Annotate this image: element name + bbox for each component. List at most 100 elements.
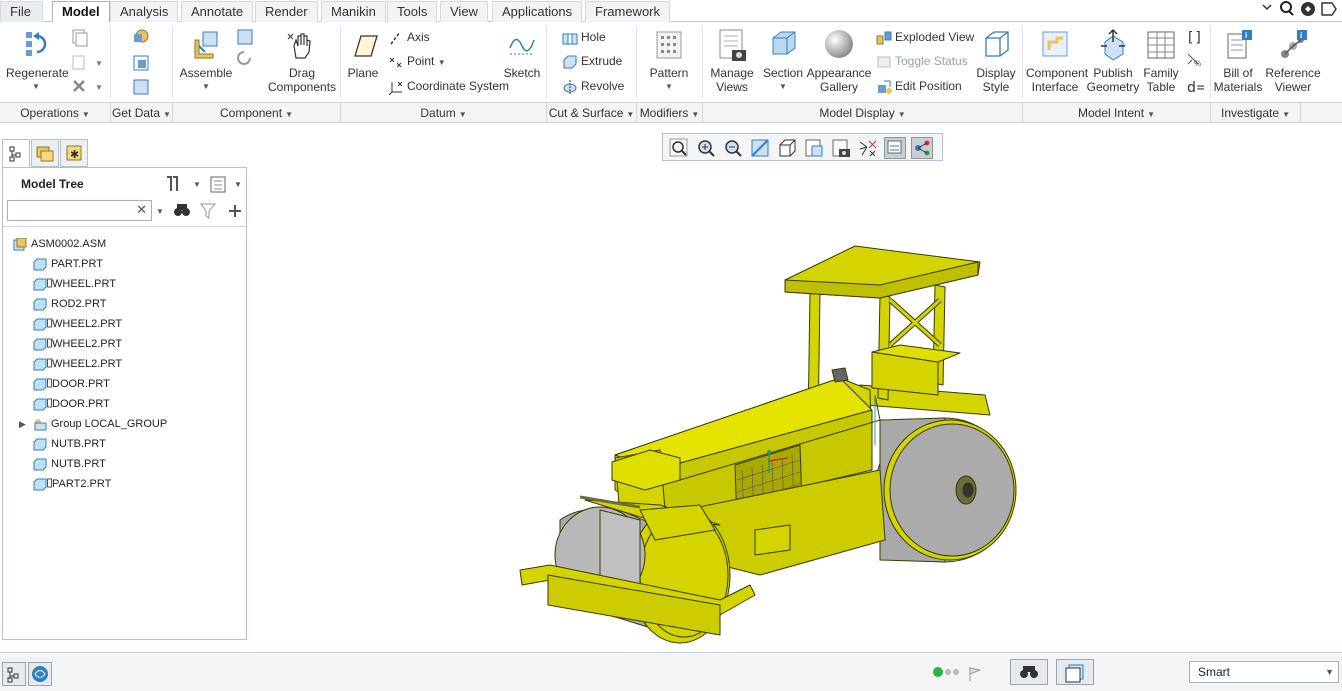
bill-of-materials-label: Bill of Materials [1213, 66, 1263, 94]
display-style-view-button[interactable] [776, 137, 798, 159]
group-model-display[interactable]: Model Display ▼ [703, 103, 1023, 123]
pattern-button[interactable]: Pattern ▼ [646, 28, 692, 94]
braces-icon[interactable]: [] [1186, 30, 1203, 46]
tab-manikin[interactable]: Manikin [321, 1, 386, 22]
flag-icon[interactable] [969, 667, 982, 681]
sketch-button[interactable]: Sketch [502, 28, 542, 80]
datum-display-filters-button[interactable] [884, 137, 906, 159]
manage-views-button[interactable]: Manage Views [708, 28, 756, 94]
component-interface-button[interactable]: Component Interface [1026, 28, 1088, 94]
saved-orientations-button[interactable] [803, 137, 825, 159]
road-roller-model[interactable] [510, 235, 1030, 650]
regenerate-button[interactable]: Regenerate ▼ [6, 28, 69, 94]
tree-part-item[interactable]: DOOR.PRT [3, 374, 243, 394]
hole-button[interactable]: Hole [562, 29, 606, 46]
settings-icon[interactable] [1321, 2, 1337, 16]
edit-position-button[interactable]: Edit Position [876, 78, 962, 95]
tab-annotate[interactable]: Annotate [181, 1, 254, 22]
tree-part-item[interactable]: NUTB.PRT [3, 434, 243, 454]
group-operations[interactable]: Operations ▼ [0, 103, 111, 123]
tree-part-item[interactable]: NUTB.PRT [3, 454, 243, 474]
drag-components-button[interactable]: Drag Components [268, 28, 336, 94]
model-tree-search-input[interactable] [8, 201, 130, 220]
model-tree-search[interactable]: ✕ [7, 200, 152, 221]
tree-root-assembly[interactable]: ASM0002.ASM [3, 234, 243, 254]
folder-browser-tab[interactable] [31, 139, 59, 167]
tree-part-item[interactable]: PART.PRT [3, 254, 243, 274]
selection-filter-button[interactable] [1056, 659, 1094, 685]
spin-center-button[interactable] [911, 137, 933, 159]
clear-search-icon[interactable]: ✕ [136, 202, 147, 218]
group-component[interactable]: Component ▼ [173, 103, 341, 123]
search-dropdown-icon[interactable]: ▼ [156, 207, 164, 216]
coordinate-system-button[interactable]: Coordinate System [388, 78, 509, 96]
tree-part-item[interactable]: WHEEL2.PRT [3, 334, 243, 354]
add-icon[interactable] [229, 205, 241, 217]
section-button[interactable]: Section ▼ [760, 28, 806, 94]
publish-geometry-button[interactable]: Publish Geometry [1086, 28, 1140, 94]
assemble-button[interactable]: Assemble ▼ [178, 28, 234, 94]
toggle-status-button[interactable]: Toggle Status [876, 53, 968, 70]
zoom-in-button[interactable] [695, 137, 717, 159]
tab-framework[interactable]: Framework [585, 1, 671, 22]
parameters-icon[interactable]: d= [1187, 80, 1204, 96]
bill-of-materials-icon: i [1227, 30, 1252, 59]
group-modifiers[interactable]: Modifiers ▼ [637, 103, 703, 123]
perspective-view-button[interactable] [857, 137, 879, 159]
filter-icon[interactable] [200, 203, 217, 219]
group-datum[interactable]: Datum ▼ [341, 103, 547, 123]
tree-part-item[interactable]: PART2.PRT [3, 474, 243, 494]
tab-view[interactable]: View [440, 1, 488, 22]
delete-icon[interactable] [73, 80, 85, 92]
plane-button[interactable]: Plane [344, 28, 382, 80]
regenerate-icon [26, 32, 47, 56]
model-tree-tab[interactable] [2, 139, 30, 167]
view-manager-button[interactable] [830, 137, 852, 159]
bill-of-materials-button[interactable]: i Bill of Materials [1212, 28, 1264, 94]
show-browser-button[interactable] [28, 662, 52, 686]
tab-tools[interactable]: Tools [387, 1, 438, 22]
settings-tools-icon[interactable] [167, 176, 178, 191]
group-get-data[interactable]: Get Data ▼ [111, 103, 173, 123]
zoom-out-button[interactable] [722, 137, 744, 159]
family-table-button[interactable]: Family Table [1140, 28, 1182, 94]
refit-button[interactable] [668, 137, 690, 159]
selection-filter-dropdown[interactable]: Smart ▼ [1189, 661, 1339, 683]
tree-part-item[interactable]: WHEEL2.PRT [3, 314, 243, 334]
find-binoculars-icon[interactable] [174, 204, 190, 216]
tab-model[interactable]: Model [52, 1, 110, 23]
appearance-gallery-button[interactable]: Appearance Gallery [806, 28, 872, 94]
show-navigator-button[interactable] [2, 662, 26, 686]
repaint-button[interactable] [749, 137, 771, 159]
tab-render[interactable]: Render [255, 1, 318, 22]
revolve-button[interactable]: Revolve [562, 78, 624, 95]
group-cut-surface[interactable]: Cut & Surface ▼ [547, 103, 637, 123]
favorites-tab[interactable]: ✱ [60, 139, 88, 167]
tree-part-item[interactable]: WHEEL.PRT [3, 274, 243, 294]
tree-group-item[interactable]: ▶ Group LOCAL_GROUP [3, 414, 243, 434]
reference-viewer-button[interactable]: i Reference Viewer [1264, 28, 1322, 94]
group-investigate[interactable]: Investigate ▼ [1211, 103, 1301, 123]
exploded-view-button[interactable]: Exploded View [876, 29, 974, 46]
undo-icon[interactable] [237, 51, 251, 65]
group-model-intent[interactable]: Model Intent ▼ [1023, 103, 1211, 123]
search-icon[interactable] [1280, 1, 1292, 13]
collapse-ribbon-icon[interactable] [1262, 4, 1272, 11]
paste-icon[interactable] [72, 55, 85, 70]
tab-applications[interactable]: Applications [492, 1, 583, 22]
group-model-intent-label: Model Intent [1078, 106, 1145, 120]
tab-file[interactable]: File ▼ [0, 1, 43, 38]
tree-part-item[interactable]: WHEEL2.PRT [3, 354, 243, 374]
extrude-icon [563, 55, 577, 69]
extrude-button[interactable]: Extrude [562, 53, 622, 70]
point-button[interactable]: Point ▼ [388, 53, 446, 71]
component-operations-icon[interactable] [237, 29, 253, 45]
find-button[interactable] [1010, 659, 1048, 685]
tree-part-item[interactable]: DOOR.PRT [3, 394, 243, 414]
display-style-button[interactable]: Display Style [974, 28, 1018, 94]
tree-part-item[interactable]: ROD2.PRT [3, 294, 243, 314]
merge-icon[interactable] [133, 79, 149, 95]
expand-arrow-icon[interactable]: ▶ [19, 414, 26, 434]
axis-button[interactable]: Axis [388, 29, 430, 46]
tab-analysis[interactable]: Analysis [110, 1, 179, 22]
